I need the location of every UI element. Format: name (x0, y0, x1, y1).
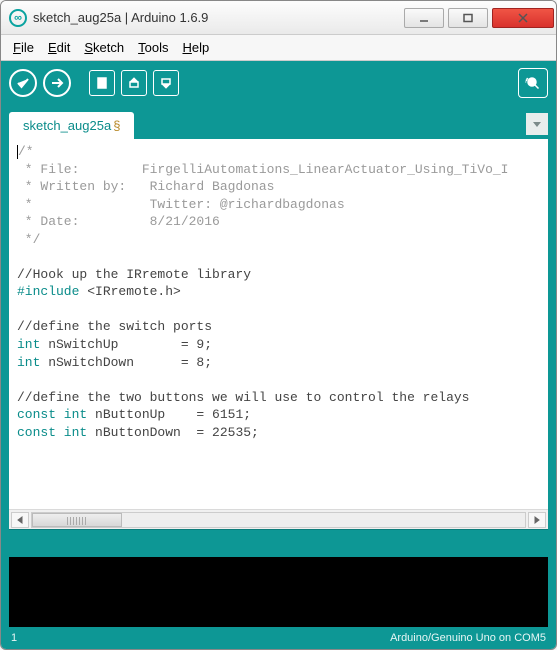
menu-tools[interactable]: Tools (132, 38, 174, 57)
window-controls (404, 8, 554, 28)
tab-menu-button[interactable] (526, 113, 548, 135)
menubar: File Edit Sketch Tools Help (1, 35, 556, 61)
serial-monitor-button[interactable] (518, 68, 548, 98)
console-output[interactable] (9, 557, 548, 627)
verify-button[interactable] (9, 69, 37, 97)
window-title: sketch_aug25a | Arduino 1.6.9 (33, 10, 404, 25)
code-editor[interactable]: /* * File: FirgelliAutomations_LinearAct… (9, 139, 548, 509)
arduino-icon (9, 9, 27, 27)
status-bar: 1 Arduino/Genuino Uno on COM5 (1, 627, 556, 649)
maximize-button[interactable] (448, 8, 488, 28)
open-button[interactable] (121, 70, 147, 96)
app-window: sketch_aug25a | Arduino 1.6.9 File Edit … (0, 0, 557, 650)
tab-label: sketch_aug25a (23, 118, 111, 133)
close-button[interactable] (492, 8, 554, 28)
toolbar (1, 61, 556, 105)
scroll-track[interactable] (31, 512, 526, 528)
new-button[interactable] (89, 70, 115, 96)
scroll-right-button[interactable] (528, 512, 546, 528)
message-bar (9, 529, 548, 557)
editor-area: /* * File: FirgelliAutomations_LinearAct… (1, 139, 556, 627)
menu-help[interactable]: Help (176, 38, 215, 57)
status-board: Arduino/Genuino Uno on COM5 (390, 632, 546, 644)
status-line-number: 1 (11, 632, 17, 644)
scroll-left-button[interactable] (11, 512, 29, 528)
horizontal-scrollbar (9, 509, 548, 529)
menu-sketch[interactable]: Sketch (78, 38, 130, 57)
tab-row: sketch_aug25a§ (1, 105, 556, 139)
tab-dirty-icon: § (113, 118, 120, 133)
minimize-button[interactable] (404, 8, 444, 28)
upload-button[interactable] (43, 69, 71, 97)
menu-edit[interactable]: Edit (42, 38, 76, 57)
titlebar: sketch_aug25a | Arduino 1.6.9 (1, 1, 556, 35)
save-button[interactable] (153, 70, 179, 96)
menu-file[interactable]: File (7, 38, 40, 57)
tab-sketch[interactable]: sketch_aug25a§ (9, 112, 134, 139)
scroll-thumb[interactable] (32, 513, 122, 527)
